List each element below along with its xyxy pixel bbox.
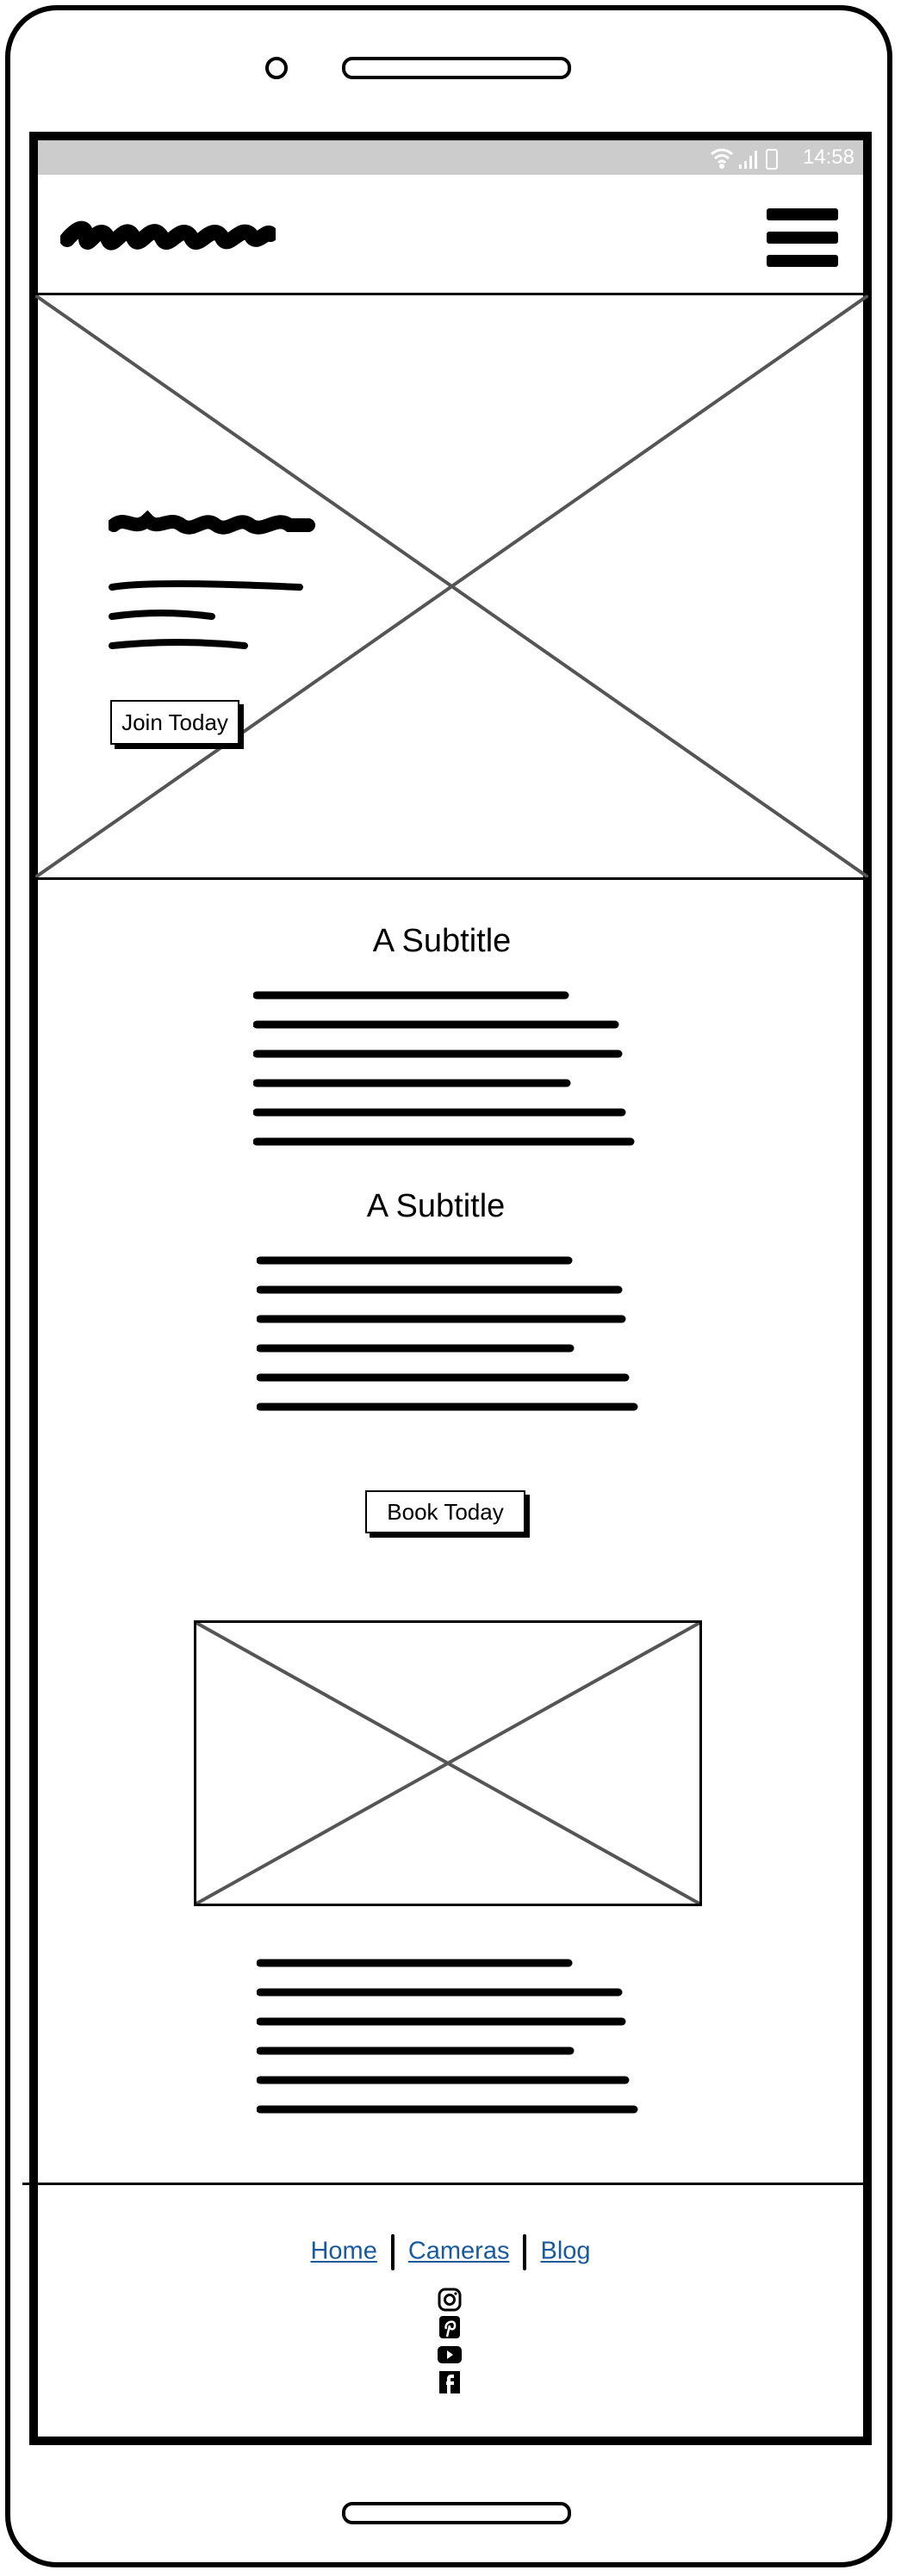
- paragraph-scribble: [253, 991, 635, 1146]
- footer-link-home[interactable]: Home: [310, 2238, 376, 2265]
- footer-divider: [22, 2183, 868, 2185]
- status-time: 14:58: [802, 146, 854, 169]
- divider: [390, 2234, 395, 2270]
- divider: [523, 2234, 527, 2270]
- book-today-button[interactable]: Book Today: [365, 1490, 525, 1533]
- youtube-icon[interactable]: [437, 2342, 463, 2368]
- footer-link-blog[interactable]: Blog: [540, 2238, 590, 2265]
- speaker-bottom: [342, 2502, 571, 2524]
- join-today-button[interactable]: Join Today: [110, 700, 239, 745]
- section-subtitle: A Subtitle: [366, 1188, 506, 1224]
- speaker-top: [342, 57, 571, 79]
- hero-title-scribble: [109, 510, 315, 535]
- phone-wireframe: 14:58 Join Today A Subtitle A Subtitle B…: [0, 0, 901, 2576]
- hamburger-menu-button[interactable]: [767, 208, 838, 269]
- camera-icon: [265, 57, 288, 79]
- pinterest-icon[interactable]: [437, 2314, 463, 2340]
- status-bar: 14:58: [38, 140, 863, 175]
- logo-scribble[interactable]: [60, 212, 276, 258]
- footer-link-cameras[interactable]: Cameras: [408, 2238, 510, 2265]
- hero-text-scribble: [109, 580, 303, 649]
- paragraph-scribble: [257, 1256, 638, 1411]
- section-subtitle: A Subtitle: [372, 923, 512, 959]
- facebook-icon[interactable]: [437, 2369, 463, 2395]
- footer-nav: Home Cameras Blog: [0, 2234, 901, 2270]
- wifi-signal-battery-icons: [711, 148, 778, 170]
- content-image-placeholder: [194, 1620, 702, 1906]
- instagram-icon[interactable]: [437, 2287, 463, 2313]
- paragraph-scribble: [257, 1959, 638, 2114]
